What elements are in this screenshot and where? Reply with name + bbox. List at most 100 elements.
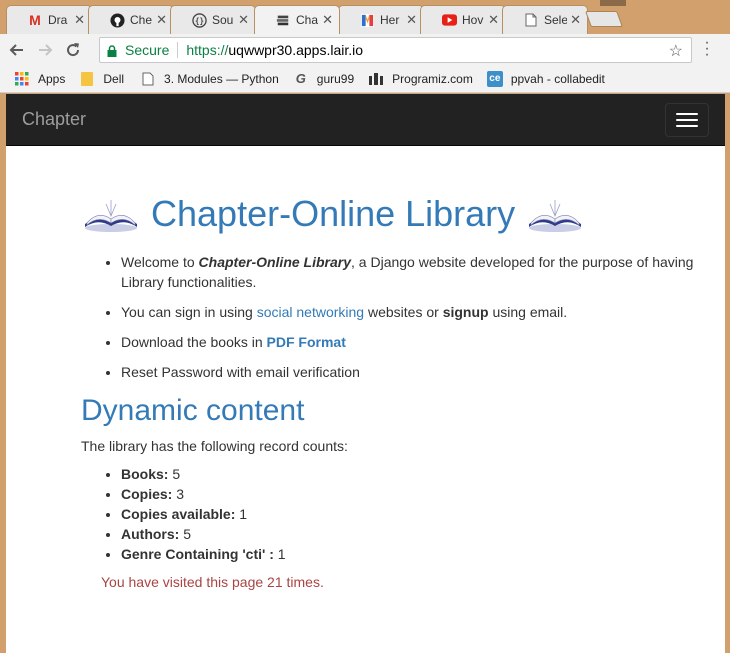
close-icon[interactable]: ✕ [488,12,499,28]
list-item: Reset Password with email verification [121,362,701,382]
count-value: 1 [277,546,286,562]
count-label: Books: [121,466,169,482]
signup-text: signup [442,304,489,320]
navbar-toggle-button[interactable] [665,102,709,137]
bookmark-apps[interactable]: Apps [14,71,65,87]
hamburger-bar [676,118,698,121]
page-icon [140,71,156,87]
tab-title: Cha [296,13,319,27]
programiz-icon [368,71,384,87]
bookmarks-bar: Apps Dell 3. Modules — Python G guru99 P… [0,65,730,93]
secure-label: Secure [125,42,170,58]
site-navbar: Chapter [6,94,725,146]
reload-icon[interactable] [62,39,84,61]
tab-github[interactable]: Che ✕ [88,5,174,34]
page-header: Chapter-Online Library [81,190,725,238]
gmail-icon: M [29,12,41,28]
feature-list: Welcome to Chapter-Online Library, a Dja… [121,252,725,382]
tab-source[interactable]: {} Sou ✕ [170,5,256,34]
main-content: Chapter-Online Library Welcome to Chapte… [6,146,725,590]
list-item: Authors: 5 [121,524,725,544]
open-book-icon [85,200,137,232]
tab-title: Sou [212,13,234,27]
tab-title: Her [380,13,400,27]
new-tab-button[interactable] [585,11,623,27]
close-icon[interactable]: ✕ [156,12,167,28]
bookmark-star-icon[interactable]: ☆ [669,41,683,61]
close-icon[interactable]: ✕ [238,12,249,28]
url-scheme: https:// [186,42,229,58]
apps-grid-icon [14,71,30,87]
count-value: 3 [176,486,185,502]
reset-password-text: Reset Password with email verification [121,364,360,380]
list-item: You can sign in using social networking … [121,302,701,322]
tab-title: Sele [544,13,568,27]
count-label: Copies available: [121,506,236,522]
download-text: Download the books in [121,334,267,350]
tab-youtube[interactable]: Hov ✕ [420,5,506,34]
list-item: Download the books in PDF Format [121,332,701,352]
count-value: 1 [239,506,248,522]
close-icon[interactable]: ✕ [74,12,85,28]
close-icon[interactable]: ✕ [570,12,581,28]
signin-text: You can sign in using [121,304,257,320]
bookmark-label: Dell [103,71,125,86]
tab-selenium[interactable]: Sele ✕ [502,5,588,34]
back-arrow-icon[interactable] [6,39,28,61]
folder-icon [79,71,95,87]
count-value: 5 [183,526,192,542]
github-icon [109,12,125,28]
list-item: Books: 5 [121,464,725,484]
count-label: Genre Containing 'cti' : [121,546,274,562]
bookmark-programiz[interactable]: Programiz.com [368,71,473,87]
close-icon[interactable]: ✕ [406,12,417,28]
navbar-brand[interactable]: Chapter [22,109,86,130]
web-page: Chapter Chapter-Online Library • Welcome… [6,94,725,653]
address-bar[interactable]: Secure https:// uqwwpr30.apps.lair.io ☆ [99,37,692,63]
bookmark-dell[interactable]: Dell [79,71,124,87]
svg-text:{}: {} [194,16,203,25]
list-item: Copies: 3 [121,484,725,504]
collabedit-icon: ce [486,70,503,87]
bookmark-label: Programiz.com [392,71,473,86]
document-icon [523,12,539,28]
tab-chapter-active[interactable]: Cha ✕ [254,5,340,34]
address-separator [177,42,179,58]
signin-text-rest: using email. [488,304,568,320]
tab-gmail[interactable]: M Dra ✕ [6,5,92,34]
page-title: Chapter-Online Library [151,193,516,234]
list-item: Genre Containing 'cti' : 1 [121,544,725,564]
open-book-icon [529,200,582,232]
bookmark-label: guru99 [316,71,355,86]
list-item: Welcome to Chapter-Online Library, a Dja… [121,252,701,292]
pdf-format-link[interactable]: PDF Format [267,334,346,350]
library-name: Chapter-Online Library [198,254,352,270]
tab-title: Dra [48,13,68,27]
welcome-text: Welcome to [121,254,199,270]
signin-text-mid: websites or [364,304,443,320]
url-host: uqwwpr30.apps.lair.io [228,42,364,58]
tab-heroku[interactable]: Her ✕ [338,5,424,34]
record-counts-list: Books: 5 Copies: 3 Copies available: 1 A… [121,464,725,564]
bookmark-collabedit[interactable]: ce ppvah - collabedit [486,70,605,87]
code-icon: {} [191,12,207,28]
forward-arrow-icon[interactable] [34,39,56,61]
hamburger-bar [676,124,698,127]
bookmark-label: Apps [38,71,66,86]
bookmark-guru99[interactable]: G guru99 [293,71,354,87]
close-icon[interactable]: ✕ [322,12,333,28]
bookmark-python-modules[interactable]: 3. Modules — Python [140,71,279,87]
dynamic-content-heading: Dynamic content [81,394,305,427]
count-label: Authors: [121,526,180,542]
tab-strip: M Dra ✕ Che ✕ {} Sou ✕ Cha ✕ Her ✕ Hov ✕… [0,0,730,34]
tab-title: Che [130,13,153,27]
social-networking-link[interactable]: social networking [257,304,364,320]
youtube-icon [441,12,457,28]
count-label: Copies: [121,486,173,502]
browser-menu-icon[interactable]: · · · [702,35,712,63]
record-counts-intro: The library has the following record cou… [81,438,348,454]
lock-icon [107,44,117,57]
book-stack-icon [275,12,291,28]
window-edge [600,0,626,6]
visit-count-message: You have visited this page 21 times. [101,574,324,590]
